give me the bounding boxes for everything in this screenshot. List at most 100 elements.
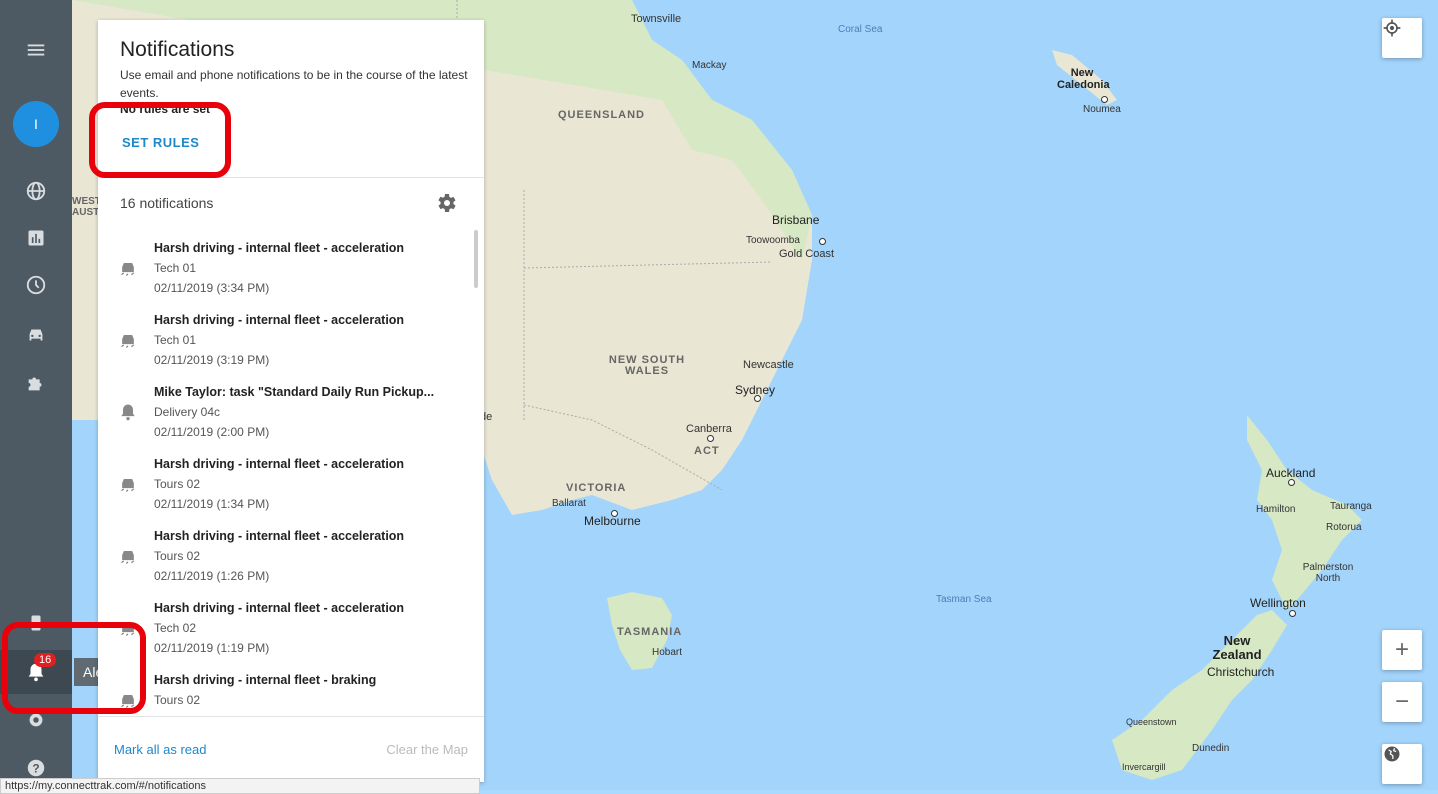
mark-all-read-link[interactable]: Mark all as read	[114, 742, 206, 757]
map-label-newcastle: Newcastle	[743, 359, 794, 371]
notification-count: 16 notifications	[120, 195, 214, 211]
sidebar-item-integrations[interactable]	[18, 365, 54, 401]
notification-title: Harsh driving - internal fleet - acceler…	[154, 313, 405, 327]
sidebar-item-map[interactable]	[18, 173, 54, 209]
puzzle-icon	[28, 377, 42, 391]
svg-text:?: ?	[32, 762, 39, 776]
map-marker-canberra	[707, 435, 714, 442]
gear-icon	[438, 194, 456, 212]
avatar[interactable]: I	[13, 101, 59, 147]
notification-time: 02/11/2019 (1:26 PM)	[154, 569, 270, 583]
panel-title: Notifications	[120, 38, 235, 61]
list-item[interactable]: Harsh driving - internal fleet - acceler…	[98, 236, 478, 308]
list-item[interactable]: Harsh driving - internal fleet - acceler…	[98, 524, 478, 596]
menu-button[interactable]	[18, 32, 54, 68]
notification-vehicle: Tours 02	[154, 549, 201, 563]
car-skid-icon	[120, 551, 135, 564]
map-label-tauranga: Tauranga	[1330, 501, 1372, 512]
map-marker-wellington	[1289, 610, 1296, 617]
bell-icon	[121, 404, 135, 421]
list-item[interactable]: Harsh driving - internal fleet - acceler…	[98, 596, 478, 668]
crosshair-icon	[1383, 19, 1401, 37]
help-icon: ?	[27, 759, 45, 777]
map-label-hobart: Hobart	[652, 647, 683, 658]
map-label-nsw: NEW SOUTH WALES	[608, 354, 686, 377]
car-skid-icon	[120, 479, 135, 492]
map-label-tasman-sea: Tasman Sea	[936, 594, 992, 605]
map-label-invercargill: Invercargill	[1122, 762, 1166, 772]
notification-title: Harsh driving - internal fleet - braking	[154, 673, 377, 687]
map-label-auckland: Auckland	[1266, 466, 1316, 480]
map-label-brisbane: Brisbane	[772, 213, 820, 227]
sidebar-item-reports[interactable]	[18, 220, 54, 256]
clear-map-link[interactable]: Clear the Map	[386, 742, 468, 757]
notification-time: 02/11/2019 (3:34 PM)	[154, 281, 270, 295]
scrollbar[interactable]	[474, 230, 478, 288]
map-label-ballarat: Ballarat	[552, 498, 586, 509]
map-marker-melbourne	[611, 510, 618, 517]
notification-title: Harsh driving - internal fleet - acceler…	[154, 241, 405, 255]
list-item[interactable]: Harsh driving - internal fleet - braking…	[98, 668, 478, 716]
notification-list[interactable]: Harsh driving - internal fleet - acceler…	[98, 236, 484, 716]
map-label-canberra: Canberra	[686, 423, 732, 435]
globe-icon	[26, 181, 46, 201]
map-label-new-zealand: New Zealand	[1212, 633, 1262, 662]
map-label-tasmania: TASMANIA	[617, 626, 683, 638]
list-item[interactable]: Harsh driving - internal fleet - acceler…	[98, 308, 478, 380]
map-label-townsville: Townsville	[631, 13, 682, 25]
map-label-rotorua: Rotorua	[1326, 522, 1362, 533]
globe-icon	[1384, 746, 1400, 762]
car-skid-icon	[120, 335, 135, 348]
panel-description: Use email and phone notifications to be …	[120, 68, 468, 100]
hamburger-icon	[27, 44, 45, 56]
highlight-alerts	[2, 622, 146, 714]
plus-icon: +	[1394, 636, 1409, 663]
notification-time: 02/11/2019 (1:19 PM)	[154, 641, 270, 655]
map-label-hamilton: Hamilton	[1256, 504, 1296, 515]
clock-icon	[26, 275, 46, 295]
zoom-in-button[interactable]: +	[1382, 630, 1422, 670]
list-item[interactable]: Mike Taylor: task "Standard Daily Run Pi…	[98, 380, 478, 452]
map-label-act: ACT	[694, 445, 720, 457]
notification-vehicle: Tech 01	[154, 333, 197, 347]
notification-vehicle: Delivery 04c	[154, 405, 221, 419]
minus-icon: −	[1394, 688, 1409, 715]
notification-time: 02/11/2019 (3:19 PM)	[154, 353, 270, 367]
map-label-christchurch: Christchurch	[1207, 665, 1275, 679]
map-label-toowoomba: Toowoomba	[746, 235, 800, 246]
notification-title: Harsh driving - internal fleet - acceler…	[154, 529, 405, 543]
list-item[interactable]: Harsh driving - internal fleet - acceler…	[98, 452, 478, 524]
car-icon	[29, 329, 43, 341]
notification-time: 02/11/2019 (2:00 PM)	[154, 425, 270, 439]
map-label-wellington: Wellington	[1250, 596, 1306, 610]
zoom-out-button[interactable]: −	[1382, 682, 1422, 722]
divider	[98, 716, 484, 717]
map-label-west-aus: WEST AUSTR	[72, 196, 107, 218]
map-marker-auckland	[1288, 479, 1295, 486]
car-skid-icon	[120, 263, 135, 276]
map-label-coral-sea: Coral Sea	[838, 24, 883, 35]
notification-title: Harsh driving - internal fleet - acceler…	[154, 601, 405, 615]
map-marker-brisbane	[819, 238, 826, 245]
locate-me-button[interactable]	[1382, 18, 1422, 58]
highlight-set-rules	[89, 102, 231, 178]
notification-settings-button[interactable]	[434, 191, 458, 220]
map-label-dunedin: Dunedin	[1192, 743, 1230, 754]
map-marker-noumea	[1101, 96, 1108, 103]
sidebar-item-history[interactable]	[18, 267, 54, 303]
map-label-gold-coast: Gold Coast	[779, 248, 835, 260]
notification-time: 02/11/2019 (1:34 PM)	[154, 497, 270, 511]
map-label-queenstown: Queenstown	[1126, 717, 1177, 727]
notification-vehicle: Tech 01	[154, 261, 197, 275]
map-label-new-caledonia: New Caledonia	[1057, 67, 1110, 91]
notification-title: Harsh driving - internal fleet - acceler…	[154, 457, 405, 471]
map-label-victoria: VICTORIA	[566, 482, 627, 494]
notification-vehicle: Tech 02	[154, 621, 197, 635]
notification-title: Mike Taylor: task "Standard Daily Run Pi…	[154, 385, 435, 399]
map-type-button[interactable]	[1382, 744, 1422, 784]
status-bar-url: https://my.connecttrak.com/#/notificatio…	[0, 778, 480, 794]
map-label-mackay: Mackay	[692, 60, 727, 71]
map-marker-sydney	[754, 395, 761, 402]
sidebar-item-vehicles[interactable]	[18, 317, 54, 353]
map-label-palmerston-north: Palmerston North	[1302, 562, 1354, 584]
